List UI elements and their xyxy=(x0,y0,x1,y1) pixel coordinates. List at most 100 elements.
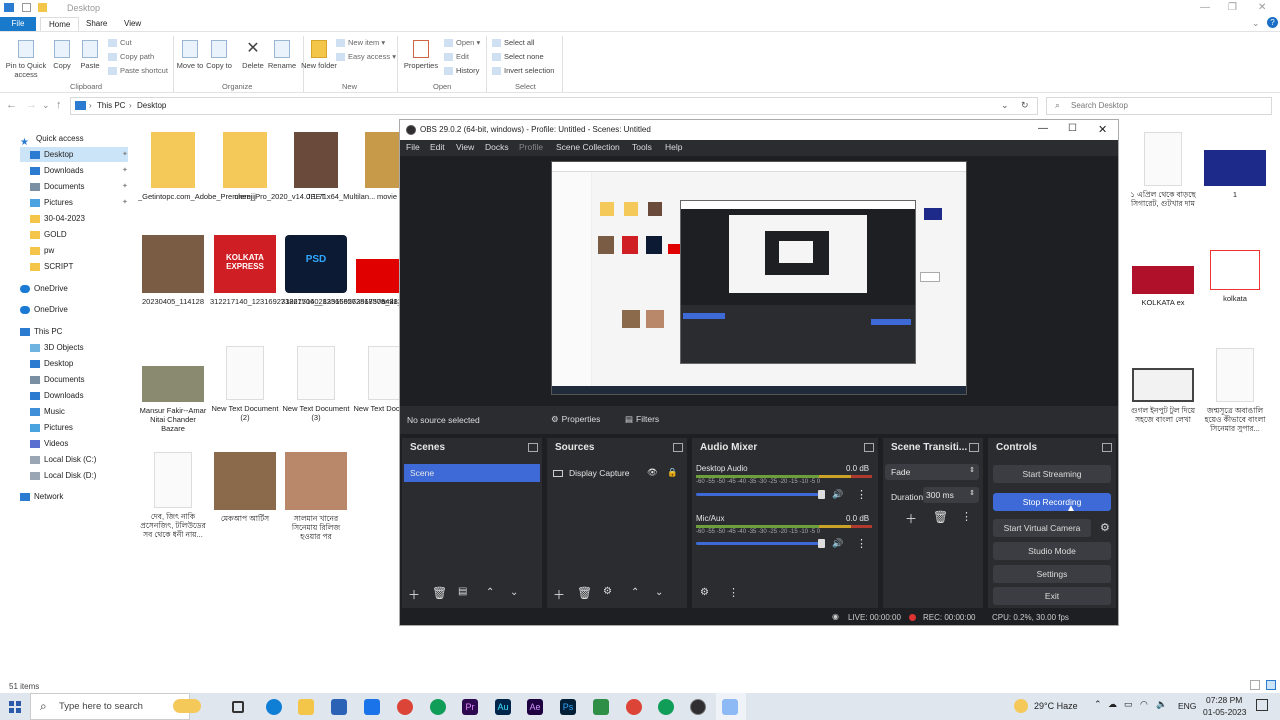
chrome-icon[interactable] xyxy=(397,699,413,715)
trash-icon[interactable]: 🗑 xyxy=(933,510,948,524)
store-icon[interactable] xyxy=(331,699,347,715)
tab-share[interactable]: Share xyxy=(78,17,115,31)
obs-maximize-icon[interactable]: ☐ xyxy=(1068,123,1077,134)
breadcrumb-desktop[interactable]: Desktop xyxy=(137,101,166,110)
slider-handle[interactable] xyxy=(818,539,825,548)
wifi-icon[interactable]: ◠ xyxy=(1140,699,1148,710)
tab-home[interactable]: Home xyxy=(40,17,80,31)
file-item[interactable]: PSD312217140_123169273867506_28356565625… xyxy=(281,235,400,306)
large-icons-view-icon[interactable] xyxy=(1266,680,1276,690)
photoshop-icon[interactable]: Ps xyxy=(560,699,576,715)
new-folder-button[interactable]: New folder xyxy=(299,40,339,70)
source-list-item[interactable]: Display Capture 👁 🔒 xyxy=(549,464,683,482)
chrome-profile-icon[interactable] xyxy=(658,699,674,715)
history-button[interactable]: History xyxy=(444,66,479,76)
paste-shortcut-button[interactable]: Paste shortcut xyxy=(108,66,168,76)
recent-locations-icon[interactable]: ⌄ xyxy=(42,100,50,111)
file-item[interactable]: জন্মসূত্রে অবাঙালি হয়েও কীভাবে বাংলা সি… xyxy=(1200,348,1270,433)
start-streaming-button[interactable]: Start Streaming xyxy=(993,465,1111,483)
kebab-menu-icon[interactable]: ⋮ xyxy=(856,488,867,501)
nav-item-script[interactable]: SCRIPT xyxy=(20,259,73,274)
properties-button[interactable]: Properties xyxy=(400,40,442,70)
file-item[interactable]: KOLKATA ex xyxy=(1128,266,1198,307)
select-none-button[interactable]: Select none xyxy=(492,52,544,62)
clock-time[interactable]: 07:28 PM xyxy=(1206,695,1242,705)
kebab-menu-icon[interactable]: ⋮ xyxy=(856,537,867,550)
add-icon[interactable]: ＋ xyxy=(408,586,420,603)
nav-item-3d-objects[interactable]: 3D Objects xyxy=(20,340,84,355)
obs-close-icon[interactable]: ✕ xyxy=(1098,123,1107,136)
clock-date[interactable]: 01-05-2023 xyxy=(1203,707,1246,717)
move-up-icon[interactable]: ⌃ xyxy=(486,587,494,598)
file-item[interactable]: 20230405_114128 xyxy=(138,235,208,306)
tab-view[interactable]: View xyxy=(116,17,149,31)
file-item[interactable]: KOLKATA EXPRESS 312217140_123169273867506… xyxy=(210,235,400,306)
undock-icon[interactable] xyxy=(864,443,874,452)
search-input[interactable]: ⌕ Search Desktop xyxy=(1046,97,1272,115)
nav-onedrive-1[interactable]: OneDrive xyxy=(10,281,68,296)
trash-icon[interactable]: 🗑 xyxy=(432,586,447,600)
menu-edit[interactable]: Edit xyxy=(430,142,445,152)
stop-recording-button[interactable]: Stop Recording xyxy=(993,493,1111,511)
address-bar[interactable]: › This PC › Desktop ⌄ ↻ xyxy=(70,97,1038,115)
move-up-icon[interactable]: ⌃ xyxy=(631,587,639,598)
nav-item-desktop[interactable]: Desktop xyxy=(20,147,128,162)
select-all-button[interactable]: Select all xyxy=(492,38,534,48)
file-item[interactable]: New Text Document (2) xyxy=(210,346,280,422)
move-down-icon[interactable]: ⌄ xyxy=(510,587,518,598)
nav-network[interactable]: Network xyxy=(10,489,63,504)
add-icon[interactable]: ＋ xyxy=(553,586,565,603)
menu-help[interactable]: Help xyxy=(665,142,682,152)
nav-item-pw[interactable]: pw xyxy=(20,243,54,258)
menu-view[interactable]: View xyxy=(456,142,474,152)
duration-input[interactable]: 300 ms ⇕ xyxy=(923,487,979,503)
slider-handle[interactable] xyxy=(818,490,825,499)
nav-quick-access[interactable]: ★ Quick access xyxy=(10,131,84,148)
refresh-icon[interactable]: ↻ xyxy=(1021,100,1029,111)
file-item[interactable]: New Text Document xyxy=(352,346,400,413)
close-icon[interactable]: ✕ xyxy=(1258,2,1266,13)
nav-onedrive-2[interactable]: OneDrive xyxy=(10,302,68,317)
edge-browser-icon[interactable] xyxy=(266,699,282,715)
menu-docks[interactable]: Docks xyxy=(485,142,509,152)
weather-text[interactable]: 29°C Haze xyxy=(1034,701,1078,711)
undock-icon[interactable] xyxy=(673,443,683,452)
file-item[interactable]: ami xyxy=(352,235,400,306)
file-item[interactable]: _Getintopc.com_Adobe_Premiere_Pro_2020_v… xyxy=(138,132,375,201)
after-effects-icon[interactable]: Ae xyxy=(527,699,543,715)
nav-item-documents[interactable]: Documents xyxy=(20,179,84,194)
studio-mode-button[interactable]: Studio Mode xyxy=(993,542,1111,560)
new-item-button[interactable]: New item ▾ xyxy=(336,38,385,48)
desktop-audio-volume-slider[interactable] xyxy=(696,493,824,496)
add-icon[interactable]: ＋ xyxy=(905,510,917,527)
file-item[interactable]: JEET xyxy=(281,132,351,201)
nav-item-videos[interactable]: Videos xyxy=(20,436,68,451)
nav-item-downloads[interactable]: Downloads xyxy=(20,163,84,178)
file-item[interactable]: Mansur Fakir--Amar Nitai Chander Bazare xyxy=(138,366,208,433)
mic-aux-volume-slider[interactable] xyxy=(696,542,824,545)
paste-button[interactable]: Paste xyxy=(70,40,110,70)
settings-button[interactable]: Settings xyxy=(993,565,1111,583)
nav-item-gold[interactable]: GOLD xyxy=(20,227,67,242)
properties-button[interactable]: ⚙ Properties xyxy=(546,411,605,429)
copy-path-button[interactable]: Copy path xyxy=(108,52,154,62)
nav-item-music[interactable]: Music xyxy=(20,404,65,419)
file-item[interactable]: দেব, জিৎ নাকি প্রসেনজিৎ, টলিউডের সব থেকে… xyxy=(138,452,208,539)
filter-icon[interactable]: ▤ xyxy=(458,586,467,597)
undock-icon[interactable] xyxy=(1102,443,1112,452)
menu-profile[interactable]: Profile xyxy=(519,142,543,152)
file-item[interactable]: মেকআপ আর্টিস xyxy=(210,452,280,523)
forward-icon[interactable]: → xyxy=(26,99,37,111)
up-icon[interactable]: ↑ xyxy=(56,99,62,111)
start-icon[interactable] xyxy=(9,701,21,713)
nav-item-pc-documents[interactable]: Documents xyxy=(20,372,84,387)
scene-list-item[interactable]: Scene xyxy=(404,464,540,482)
nav-item-local-disk-d[interactable]: Local Disk (D:) xyxy=(20,468,96,483)
speaker-icon[interactable]: 🔊 xyxy=(832,489,843,500)
app-icon[interactable] xyxy=(593,699,609,715)
nav-item-local-disk-c[interactable]: Local Disk (C:) xyxy=(20,452,96,467)
start-virtual-camera-button[interactable]: Start Virtual Camera xyxy=(993,519,1091,537)
exit-button[interactable]: Exit xyxy=(993,587,1111,605)
advanced-audio-icon[interactable]: ⚙ xyxy=(700,587,709,598)
menu-file[interactable]: File xyxy=(406,142,420,152)
